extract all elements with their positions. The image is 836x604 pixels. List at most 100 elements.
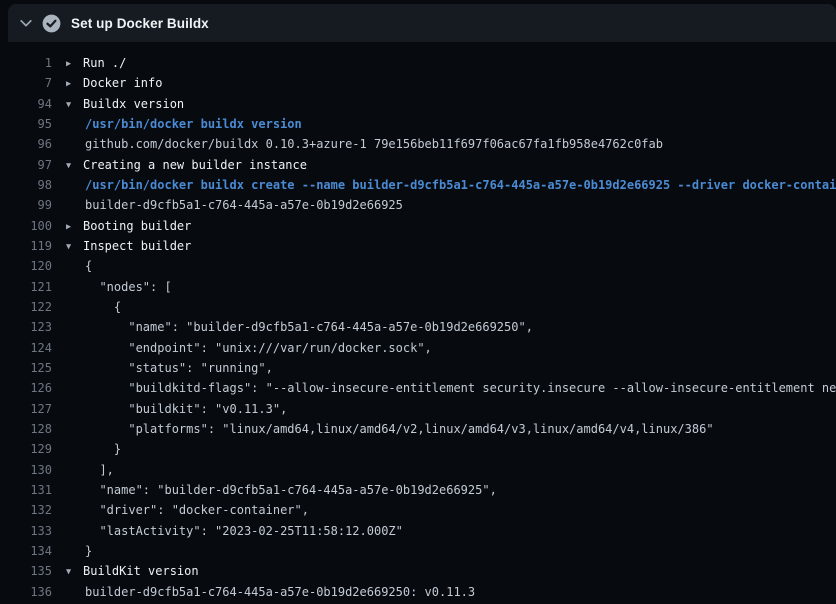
- line-number[interactable]: 123: [0, 317, 52, 337]
- group-expanded-icon[interactable]: ▼: [66, 156, 83, 175]
- group-title[interactable]: Booting builder: [83, 219, 191, 233]
- group-collapsed-icon[interactable]: ▶: [66, 217, 83, 236]
- command-text: /usr/bin/docker buildx create --name bui…: [66, 175, 836, 195]
- line-number[interactable]: 1: [0, 53, 52, 73]
- line-number[interactable]: 99: [0, 195, 52, 215]
- log-line-content: ▼Creating a new builder instance: [66, 155, 836, 175]
- log-line-content: "name": "builder-d9cfb5a1-c764-445a-a57e…: [66, 317, 836, 337]
- group-title[interactable]: Run ./: [83, 56, 126, 70]
- group-expanded-icon[interactable]: ▼: [66, 95, 83, 114]
- log-line: 96 github.com/docker/buildx 0.10.3+azure…: [0, 134, 836, 154]
- line-number[interactable]: 128: [0, 419, 52, 439]
- line-number[interactable]: 94: [0, 94, 52, 114]
- log-line: 124 "endpoint": "unix:///var/run/docker.…: [0, 338, 836, 358]
- log-line: 130 ],: [0, 460, 836, 480]
- log-line-content: /usr/bin/docker buildx version: [66, 114, 836, 134]
- log-line-content: ▼BuildKit version: [66, 561, 836, 581]
- output-text: "lastActivity": "2023-02-25T11:58:12.000…: [66, 521, 403, 541]
- log-line-content: "driver": "docker-container",: [66, 500, 836, 520]
- line-number[interactable]: 133: [0, 521, 52, 541]
- log-line-content: ▶Run ./: [66, 53, 836, 73]
- group-expanded-icon[interactable]: ▼: [66, 562, 83, 581]
- group-collapsed-icon[interactable]: ▶: [66, 54, 83, 73]
- output-text: "platforms": "linux/amd64,linux/amd64/v2…: [66, 419, 714, 439]
- step-title: Set up Docker Buildx: [71, 16, 209, 31]
- log-line: 7 ▶Docker info: [0, 73, 836, 93]
- line-number[interactable]: 121: [0, 277, 52, 297]
- log-line: 100 ▶Booting builder: [0, 216, 836, 236]
- line-number[interactable]: 97: [0, 155, 52, 175]
- group-title[interactable]: Buildx version: [83, 97, 184, 111]
- line-number[interactable]: 125: [0, 358, 52, 378]
- log-line: 125 "status": "running",: [0, 358, 836, 378]
- log-line: 128 "platforms": "linux/amd64,linux/amd6…: [0, 419, 836, 439]
- line-number[interactable]: 130: [0, 460, 52, 480]
- group-expanded-icon[interactable]: ▼: [66, 237, 83, 256]
- log-line-content: ▶Booting builder: [66, 216, 836, 236]
- group-title[interactable]: Inspect builder: [83, 239, 191, 253]
- line-number[interactable]: 136: [0, 582, 52, 602]
- group-collapsed-icon[interactable]: ▶: [66, 74, 83, 93]
- line-number[interactable]: 7: [0, 73, 52, 93]
- line-number[interactable]: 127: [0, 399, 52, 419]
- line-number[interactable]: 122: [0, 297, 52, 317]
- line-number[interactable]: 100: [0, 216, 52, 236]
- line-number[interactable]: 119: [0, 236, 52, 256]
- log-line: 119 ▼Inspect builder: [0, 236, 836, 256]
- log-line: 1 ▶Run ./: [0, 53, 836, 73]
- line-number[interactable]: 131: [0, 480, 52, 500]
- log-line-content: ],: [66, 460, 836, 480]
- group-title[interactable]: BuildKit version: [83, 564, 199, 578]
- group-title[interactable]: Creating a new builder instance: [83, 158, 307, 172]
- line-number[interactable]: 95: [0, 114, 52, 134]
- output-text: "driver": "docker-container",: [66, 500, 309, 520]
- log-line-content: "buildkit": "v0.11.3",: [66, 399, 836, 419]
- line-number[interactable]: 120: [0, 256, 52, 276]
- line-number[interactable]: 132: [0, 500, 52, 520]
- log-line: 123 "name": "builder-d9cfb5a1-c764-445a-…: [0, 317, 836, 337]
- log-line: 121 "nodes": [: [0, 277, 836, 297]
- line-number[interactable]: 98: [0, 175, 52, 195]
- output-text: builder-d9cfb5a1-c764-445a-a57e-0b19d2e6…: [66, 195, 403, 215]
- output-text: ],: [66, 460, 114, 480]
- log-line-content: "nodes": [: [66, 277, 836, 297]
- output-text: "name": "builder-d9cfb5a1-c764-445a-a57e…: [66, 317, 533, 337]
- check-circle-icon: [42, 14, 61, 33]
- log-line: 98 /usr/bin/docker buildx create --name …: [0, 175, 836, 195]
- line-number[interactable]: 129: [0, 439, 52, 459]
- log-line-content: "name": "builder-d9cfb5a1-c764-445a-a57e…: [66, 480, 836, 500]
- log-line: 134 }: [0, 541, 836, 561]
- log-line-content: builder-d9cfb5a1-c764-445a-a57e-0b19d2e6…: [66, 582, 836, 602]
- output-text: "name": "builder-d9cfb5a1-c764-445a-a57e…: [66, 480, 497, 500]
- log-line: 135 ▼BuildKit version: [0, 561, 836, 581]
- log-line: 127 "buildkit": "v0.11.3",: [0, 399, 836, 419]
- log-line-content: github.com/docker/buildx 0.10.3+azure-1 …: [66, 134, 836, 154]
- output-text: }: [66, 541, 92, 561]
- line-number[interactable]: 96: [0, 134, 52, 154]
- log-line-content: }: [66, 439, 836, 459]
- log-line-content: /usr/bin/docker buildx create --name bui…: [66, 175, 836, 195]
- output-text: }: [66, 439, 121, 459]
- line-number[interactable]: 134: [0, 541, 52, 561]
- log-line: 136 builder-d9cfb5a1-c764-445a-a57e-0b19…: [0, 582, 836, 602]
- log-line-content: }: [66, 541, 836, 561]
- log-line-content: builder-d9cfb5a1-c764-445a-a57e-0b19d2e6…: [66, 195, 836, 215]
- log-line: 94 ▼Buildx version: [0, 94, 836, 114]
- log-line: 132 "driver": "docker-container",: [0, 500, 836, 520]
- log-line: 120 {: [0, 256, 836, 276]
- log-line-content: "platforms": "linux/amd64,linux/amd64/v2…: [66, 419, 836, 439]
- line-number[interactable]: 126: [0, 378, 52, 398]
- log-line: 99 builder-d9cfb5a1-c764-445a-a57e-0b19d…: [0, 195, 836, 215]
- group-title[interactable]: Docker info: [83, 76, 162, 90]
- log-line-content: "endpoint": "unix:///var/run/docker.sock…: [66, 338, 836, 358]
- line-number[interactable]: 124: [0, 338, 52, 358]
- output-text: "endpoint": "unix:///var/run/docker.sock…: [66, 338, 432, 358]
- step-header[interactable]: Set up Docker Buildx: [8, 4, 836, 42]
- log-line-content: "lastActivity": "2023-02-25T11:58:12.000…: [66, 521, 836, 541]
- output-text: "buildkit": "v0.11.3",: [66, 399, 287, 419]
- log-lines: 1 ▶Run ./ 7 ▶Docker info 94 ▼Buildx vers…: [0, 53, 836, 602]
- log-line: 97 ▼Creating a new builder instance: [0, 155, 836, 175]
- log-line-content: "buildkitd-flags": "--allow-insecure-ent…: [66, 378, 836, 398]
- line-number[interactable]: 135: [0, 561, 52, 581]
- chevron-down-icon[interactable]: [18, 15, 34, 31]
